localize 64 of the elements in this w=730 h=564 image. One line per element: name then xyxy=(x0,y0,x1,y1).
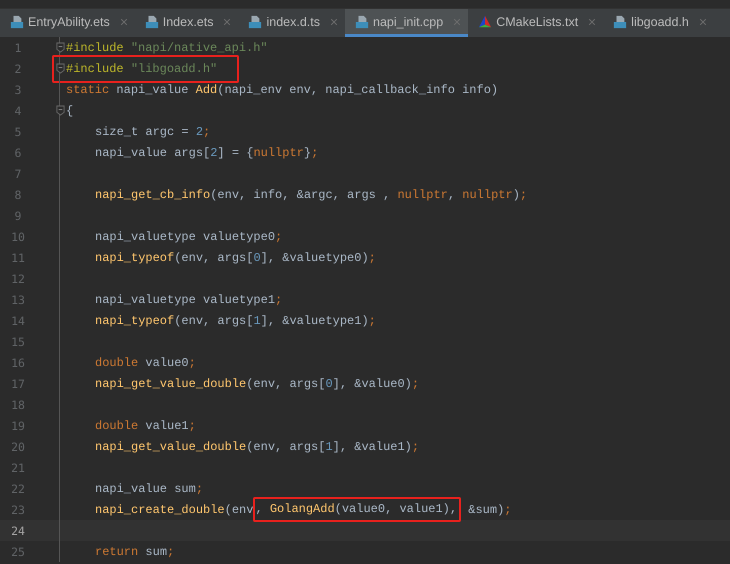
line-number: 25 xyxy=(10,544,26,558)
code-line: #include "napi/native_api.h" xyxy=(66,40,268,54)
line-number: 7 xyxy=(14,166,22,180)
line-number: 3 xyxy=(14,82,22,96)
code-line: napi_get_value_double(env, args[0], &value0); xyxy=(95,376,420,390)
line-number: 10 xyxy=(10,230,26,244)
line-number: 4 xyxy=(14,104,22,118)
close-icon[interactable] xyxy=(588,18,596,26)
line-number: 15 xyxy=(10,334,26,348)
code-line: napi_get_value_double(env, args[1], &value1); xyxy=(95,440,420,454)
close-icon[interactable] xyxy=(223,18,232,26)
line-number: 6 xyxy=(14,146,22,160)
triangle-icon xyxy=(478,14,492,28)
line-number: 12 xyxy=(10,272,26,286)
code-line: napi_valuetype valuetype0; xyxy=(95,230,282,244)
line-number: 24 xyxy=(10,524,26,538)
line-number: 17 xyxy=(10,376,26,390)
editor-tab[interactable]: CMakeLists.txt xyxy=(468,9,604,37)
fold-icon[interactable] xyxy=(56,105,64,116)
line-number: 2 xyxy=(14,62,22,76)
close-icon[interactable] xyxy=(330,18,338,26)
line-number: 20 xyxy=(10,440,26,454)
editor-tab[interactable]: EntryAbility.ets xyxy=(0,9,135,37)
line-number: 5 xyxy=(14,124,22,138)
line-number: 9 xyxy=(14,208,22,222)
fold-icon[interactable] xyxy=(56,63,64,74)
line-number: 14 xyxy=(10,314,26,328)
editor-tab[interactable]: index.d.ts xyxy=(238,9,345,37)
fold-icon[interactable] xyxy=(56,42,64,53)
editor-tab[interactable]: napi_init.cpp xyxy=(345,9,468,37)
close-icon[interactable] xyxy=(120,18,128,26)
file-icon xyxy=(144,14,159,28)
line-number: 13 xyxy=(10,292,26,306)
code-line: double value1; xyxy=(95,418,196,432)
code-line: return sum; xyxy=(95,544,174,558)
file-icon xyxy=(248,14,262,28)
code-line: napi_value args[2] = {nullptr}; xyxy=(95,146,318,160)
line-number: 16 xyxy=(10,356,26,370)
code-line: #include "libgoadd.h" xyxy=(66,62,218,76)
code-line: napi_create_double(env , GolangAdd(value0, value1), &sum); xyxy=(95,497,512,522)
code-line: static napi_value Add(napi_env env, napi_callback_info info) xyxy=(66,82,498,96)
code-line: napi_get_cb_info(env, info, &argc, args , nullptr, nullptr); xyxy=(95,188,528,202)
line-number: 11 xyxy=(10,250,26,264)
close-icon[interactable] xyxy=(453,18,462,26)
file-icon xyxy=(613,14,628,28)
line-number: 21 xyxy=(10,460,26,474)
code-line: size_t argc = 2; xyxy=(95,124,210,138)
line-number: 1 xyxy=(14,40,22,54)
code-line: napi_typeof(env, args[1], &valuetype1); xyxy=(95,314,376,328)
line-number: 23 xyxy=(10,502,26,516)
line-number: 8 xyxy=(14,188,22,202)
file-icon xyxy=(10,14,24,28)
code-line: napi_value sum; xyxy=(95,482,204,496)
close-icon[interactable] xyxy=(698,18,707,26)
line-number: 22 xyxy=(10,482,26,496)
file-icon xyxy=(355,14,369,28)
editor-tab[interactable]: libgoadd.h xyxy=(603,9,714,37)
code-line: napi_typeof(env, args[0], &valuetype0); xyxy=(95,250,376,264)
code-line: double value0; xyxy=(95,356,196,370)
code-line: napi_valuetype valuetype1; xyxy=(95,292,282,306)
line-number: 18 xyxy=(10,398,26,412)
editor-tab[interactable]: Index.ets xyxy=(134,9,238,37)
line-number: 19 xyxy=(10,418,26,432)
code-line: { xyxy=(66,104,74,118)
